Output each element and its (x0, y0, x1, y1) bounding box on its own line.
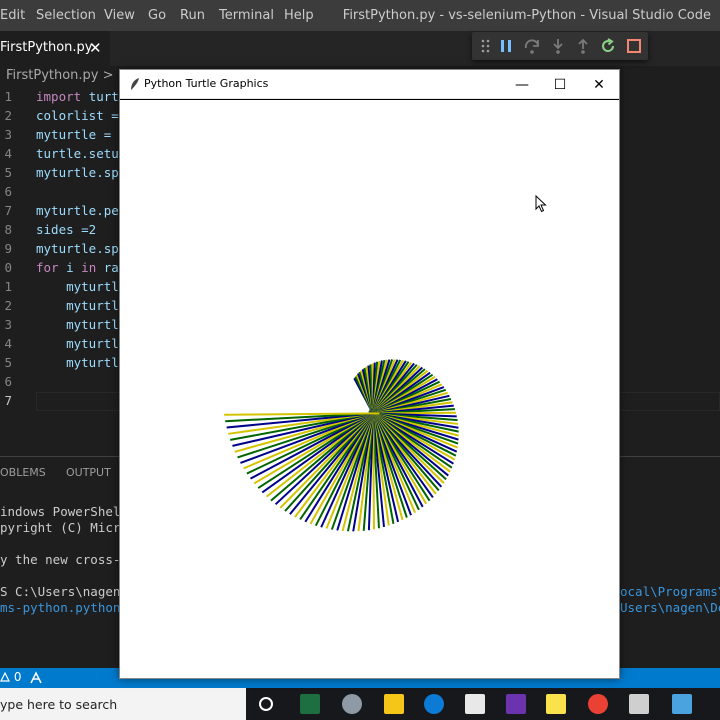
line-number: 3 (4, 127, 12, 142)
turtle-window-title: Python Turtle Graphics (144, 77, 269, 90)
line-number: 0 (4, 260, 12, 275)
line-number: 4 (4, 336, 12, 351)
code-text: myturtle.sp (36, 241, 119, 256)
code-text: myturtle = (36, 127, 112, 142)
app-icon[interactable] (629, 694, 649, 714)
code-text: for i in ra (36, 260, 119, 275)
debug-toolbar (472, 32, 648, 60)
step-out-icon[interactable] (573, 36, 593, 56)
line-number: 2 (4, 298, 12, 313)
taskbar: ype here to search (0, 688, 720, 720)
turtle-line (224, 412, 380, 416)
menu-view[interactable]: View (104, 8, 135, 23)
menu-bar: Edit Selection View Go Run Terminal Help… (0, 0, 720, 31)
minimize-button[interactable]: — (503, 70, 541, 99)
menu-edit[interactable]: Edit (0, 8, 25, 23)
line-number: 5 (4, 355, 12, 370)
step-over-icon[interactable] (522, 36, 542, 56)
restart-icon[interactable] (598, 36, 618, 56)
code-text: myturtle.pe (36, 203, 119, 218)
terminal-link[interactable]: Users\nagen\De (620, 600, 720, 615)
code-text: myturtle.sp (36, 165, 119, 180)
file-explorer-icon[interactable] (384, 694, 404, 714)
close-button[interactable]: ✕ (580, 70, 618, 99)
line-number: 4 (4, 146, 12, 161)
tab-problems[interactable]: OBLEMS (0, 466, 46, 479)
live-share-icon[interactable] (28, 670, 44, 686)
stop-icon[interactable] (624, 36, 644, 56)
chrome-icon[interactable] (588, 694, 608, 714)
code-text: turtle.setu (36, 146, 119, 161)
app-icon[interactable] (672, 694, 692, 714)
visual-studio-icon[interactable] (506, 694, 526, 714)
tab-label: FirstPython.py (0, 40, 93, 55)
warning-icon (0, 671, 10, 682)
code-text: sides =2 (36, 222, 97, 237)
excel-icon[interactable] (300, 694, 320, 714)
maximize-button[interactable]: ☐ (541, 70, 579, 99)
line-number: 2 (4, 108, 12, 123)
menu-selection[interactable]: Selection (36, 8, 96, 23)
line-number: 7 (4, 203, 12, 218)
tab-output[interactable]: OUTPUT (66, 466, 111, 479)
line-number: 1 (4, 279, 12, 294)
menu-run[interactable]: Run (180, 8, 205, 23)
step-into-icon[interactable] (548, 36, 568, 56)
taskbar-search[interactable]: ype here to search (0, 688, 246, 720)
code-text: colorlist = (36, 108, 119, 123)
terminal-link[interactable]: ocal\Programs\ (620, 584, 720, 599)
problems-count: 0 (13, 670, 22, 684)
task-view-icon[interactable] (256, 694, 276, 714)
terminal-line: pyright (C) Micr (0, 520, 121, 535)
line-number: 3 (4, 317, 12, 332)
tab-firstpython[interactable]: FirstPython.py ✕ (0, 31, 110, 66)
breadcrumb[interactable]: FirstPython.py > ... (6, 68, 130, 83)
edge-icon[interactable] (424, 694, 444, 714)
code-text: myturtl (36, 336, 119, 351)
close-icon[interactable]: ✕ (89, 39, 102, 57)
menu-go[interactable]: Go (148, 8, 166, 23)
line-number: 8 (4, 222, 12, 237)
turtle-window: Python Turtle Graphics — ☐ ✕ (119, 69, 620, 679)
line-number: 5 (4, 165, 12, 180)
terminal-link[interactable]: ms-python.python (0, 600, 120, 615)
drag-handle-icon[interactable] (476, 36, 496, 56)
terminal-line: y the new cross- (0, 552, 121, 567)
code-text: myturtl (36, 355, 119, 370)
code-text: myturtl (36, 279, 119, 294)
app-icon[interactable] (342, 694, 362, 714)
terminal-line: S C:\Users\nagen\ (0, 584, 128, 599)
menu-help[interactable]: Help (284, 8, 314, 23)
turtle-canvas[interactable] (120, 99, 619, 678)
sticky-notes-icon[interactable] (546, 694, 566, 714)
notepad-icon[interactable] (465, 694, 485, 714)
status-problems[interactable]: 0 (0, 670, 21, 684)
window-title: FirstPython.py - vs-selenium-Python - Vi… (342, 8, 711, 23)
terminal-line: indows PowerShell (0, 504, 128, 519)
line-number: 7 (4, 393, 12, 408)
mouse-cursor-icon (535, 195, 547, 213)
feather-icon (131, 78, 139, 90)
line-number: 6 (4, 374, 12, 389)
turtle-window-titlebar[interactable]: Python Turtle Graphics — ☐ ✕ (120, 70, 619, 99)
code-text: myturtl (36, 317, 119, 332)
line-number: 9 (4, 241, 12, 256)
menu-terminal[interactable]: Terminal (219, 8, 274, 23)
code-text: myturtl (36, 298, 119, 313)
line-number: 1 (4, 89, 12, 104)
pause-icon[interactable] (496, 36, 516, 56)
search-placeholder: ype here to search (0, 697, 118, 712)
line-number: 6 (4, 184, 12, 199)
